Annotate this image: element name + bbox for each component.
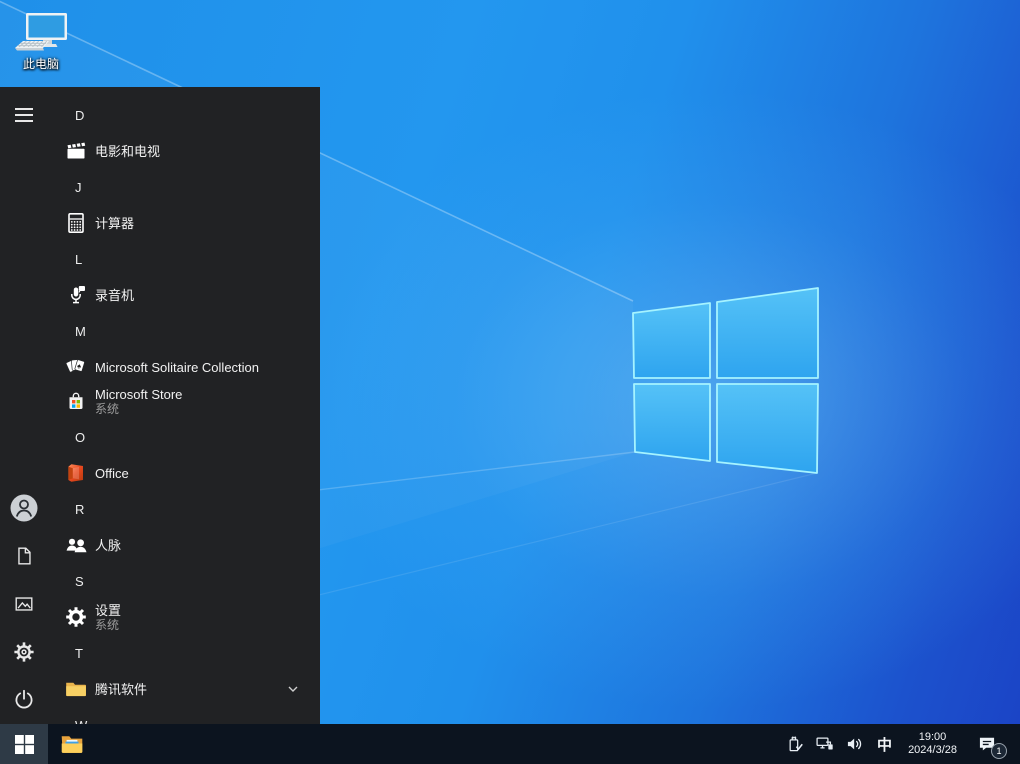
app-text: Office [95, 466, 129, 481]
start-menu-app-list: D 电影和电视 J 计算器 L 录音机 M ♠ Microsoft Solitaire Coll… [48, 87, 320, 724]
this-pc-icon [8, 12, 74, 56]
power-icon [12, 688, 36, 712]
start-letter-w[interactable]: W [48, 706, 320, 725]
letter-label: T [75, 645, 83, 661]
start-menu: D 电影和电视 J 计算器 L 录音机 M ♠ Microsoft Solitaire Coll… [0, 87, 320, 724]
folder-icon [64, 677, 88, 701]
pictures-icon [12, 593, 36, 615]
rail-button-user[interactable] [0, 484, 48, 532]
action-center-button[interactable]: 1 [966, 724, 1008, 764]
app-text: 电影和电视 [95, 144, 160, 159]
people-icon [64, 533, 88, 557]
app-sublabel: 系统 [95, 617, 120, 632]
movies-tv-icon [64, 139, 88, 163]
rail-button-documents[interactable] [0, 532, 48, 580]
solitaire-icon: ♠ [64, 355, 88, 379]
tray-button-usb[interactable] [782, 724, 810, 764]
start-letter-d[interactable]: D [48, 96, 320, 134]
start-letter-j[interactable]: J [48, 168, 320, 206]
start-app-people[interactable]: 人脉 [48, 528, 320, 562]
notification-badge: 1 [991, 743, 1007, 759]
start-button[interactable] [0, 724, 48, 764]
app-text: 人脉 [95, 538, 121, 553]
rail-button-hamburger[interactable] [0, 91, 48, 139]
app-title: 电影和电视 [95, 143, 161, 159]
user-icon [9, 493, 39, 523]
start-letter-l[interactable]: L [48, 240, 320, 278]
system-tray: 中 19:00 2024/3/28 1 [782, 724, 1020, 764]
start-app-tencent-software[interactable]: 腾讯软件 [48, 672, 320, 706]
clock-time: 19:00 [918, 731, 947, 743]
app-title: 计算器 [95, 215, 135, 231]
clock-date: 2024/3/28 [908, 744, 957, 756]
start-app-movies-tv[interactable]: 电影和电视 [48, 134, 320, 168]
letter-label: S [75, 573, 84, 589]
app-text: Microsoft Solitaire Collection [95, 360, 259, 375]
rail-button-settings[interactable] [0, 628, 48, 676]
app-title: Office [95, 465, 129, 481]
hamburger-icon [15, 108, 33, 122]
app-text: 录音机 [95, 288, 134, 303]
start-letter-t[interactable]: T [48, 634, 320, 672]
app-title: Microsoft Solitaire Collection [95, 359, 260, 375]
calculator-icon [64, 211, 88, 235]
start-letter-r[interactable]: R [48, 490, 320, 528]
letter-label: R [75, 501, 85, 517]
start-app-office[interactable]: Office [48, 456, 320, 490]
file-explorer-icon [59, 731, 85, 757]
this-pc-label: 此电脑 [22, 57, 59, 71]
office-icon [64, 461, 88, 485]
app-text: Microsoft Store 系统 [95, 387, 182, 416]
document-icon [13, 544, 35, 568]
voice-recorder-icon [64, 283, 88, 307]
tray-button-network[interactable] [810, 724, 840, 764]
app-text: 腾讯软件 [95, 682, 147, 697]
taskbar: 中 19:00 2024/3/28 1 [0, 724, 1020, 764]
chevron-down-icon[interactable] [286, 682, 300, 696]
app-title: 人脉 [95, 537, 122, 553]
app-sublabel: 系统 [95, 401, 120, 416]
start-letter-o[interactable]: O [48, 418, 320, 456]
start-letter-m[interactable]: M [48, 312, 320, 350]
usb-eject-icon [786, 734, 806, 754]
start-app-microsoft-store[interactable]: Microsoft Store 系统 [48, 384, 320, 418]
letter-label: D [75, 107, 85, 123]
network-icon [814, 734, 836, 754]
letter-label: O [75, 429, 86, 445]
rail-button-power[interactable] [0, 676, 48, 724]
start-app-solitaire[interactable]: ♠ Microsoft Solitaire Collection [48, 350, 320, 384]
start-letter-s[interactable]: S [48, 562, 320, 600]
settings-gear-icon [64, 605, 88, 629]
letter-label: M [75, 323, 86, 339]
windows-logo-icon [14, 734, 34, 754]
app-title: 腾讯软件 [95, 681, 148, 697]
app-title: 录音机 [95, 287, 135, 303]
windows-desktop-screen: 此电脑 D 电影和电视 J 计算器 L 录音机 M ♠ Microsoft Solitaire … [0, 0, 1020, 764]
letter-label: L [75, 251, 83, 267]
ime-indicator[interactable]: 中 [870, 724, 899, 764]
app-title: Microsoft Store [95, 386, 183, 402]
desktop-icon-this-pc[interactable]: 此电脑 [8, 12, 74, 71]
volume-icon [844, 734, 866, 754]
store-icon [64, 389, 88, 413]
rail-button-pictures[interactable] [0, 580, 48, 628]
start-menu-rail [0, 87, 48, 724]
letter-label: J [75, 179, 82, 195]
app-text: 设置 系统 [95, 603, 121, 632]
app-title: 设置 [95, 602, 122, 618]
start-app-settings[interactable]: 设置 系统 [48, 600, 320, 634]
start-app-calculator[interactable]: 计算器 [48, 206, 320, 240]
app-text: 计算器 [95, 216, 134, 231]
taskbar-file-explorer-button[interactable] [48, 724, 96, 764]
gear-icon [12, 640, 36, 664]
tray-button-volume[interactable] [840, 724, 870, 764]
taskbar-clock[interactable]: 19:00 2024/3/28 [899, 724, 966, 764]
start-app-voice-recorder[interactable]: 录音机 [48, 278, 320, 312]
